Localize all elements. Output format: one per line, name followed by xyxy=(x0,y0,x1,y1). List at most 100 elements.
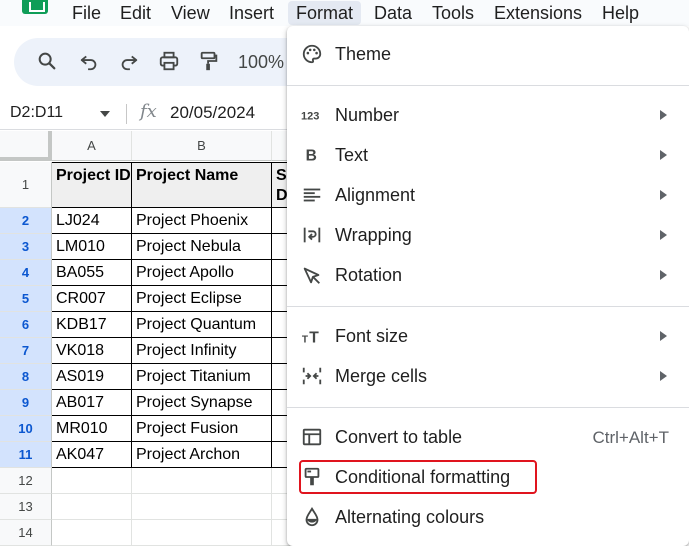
menu-item-theme[interactable]: Theme xyxy=(287,36,689,72)
menu-item-label: Merge cells xyxy=(335,366,428,386)
submenu-arrow-icon xyxy=(660,371,667,381)
menu-item-label: Theme xyxy=(335,44,392,64)
shortcut-hint: Ctrl+Alt+T xyxy=(592,428,669,447)
menu-extensions[interactable]: Extensions xyxy=(486,1,590,25)
data-cell[interactable]: LJ024 xyxy=(52,208,132,234)
fx-icon: fx xyxy=(140,101,157,122)
menu-item-label: Rotation xyxy=(335,265,403,285)
data-cell[interactable]: MR010 xyxy=(52,416,132,442)
menu-item-label: Number xyxy=(335,105,400,125)
menu-edit[interactable]: Edit xyxy=(112,1,159,25)
formula-divider xyxy=(126,104,127,124)
submenu-arrow-icon xyxy=(660,331,667,341)
header-cell[interactable]: Project Name xyxy=(132,162,272,208)
row-header[interactable]: 14 xyxy=(0,520,52,546)
chevron-down-icon[interactable] xyxy=(100,111,110,117)
search-icon[interactable] xyxy=(36,50,58,72)
print-icon[interactable] xyxy=(158,50,180,72)
data-cell[interactable]: AK047 xyxy=(52,442,132,468)
data-cell[interactable]: LM010 xyxy=(52,234,132,260)
formula-input[interactable]: 20/05/2024 xyxy=(170,103,255,123)
row-header[interactable]: 9 xyxy=(0,390,52,416)
empty-cell[interactable] xyxy=(52,468,132,494)
menu-item-label: Text xyxy=(335,145,369,165)
palette-icon xyxy=(301,43,323,65)
data-cell[interactable]: Project Eclipse xyxy=(132,286,272,312)
menu-item-merge-cells[interactable]: Merge cells xyxy=(287,358,689,394)
row-header[interactable]: 8 xyxy=(0,364,52,390)
row-header[interactable]: 12 xyxy=(0,468,52,494)
menu-item-label: Convert to table xyxy=(335,427,463,447)
menu-view[interactable]: View xyxy=(163,1,218,25)
menu-data[interactable]: Data xyxy=(366,1,420,25)
menu-divider xyxy=(287,306,689,307)
data-cell[interactable]: Project Titanium xyxy=(132,364,272,390)
row-header[interactable]: 6 xyxy=(0,312,52,338)
data-cell[interactable]: Project Apollo xyxy=(132,260,272,286)
empty-cell[interactable] xyxy=(52,520,132,546)
table-icon xyxy=(301,426,323,448)
header-cell[interactable]: Project ID xyxy=(52,162,132,208)
svg-text:123: 123 xyxy=(301,111,319,123)
menu-item-wrapping[interactable]: Wrapping xyxy=(287,217,689,253)
empty-cell[interactable] xyxy=(52,494,132,520)
column-header-a[interactable]: A xyxy=(52,131,132,161)
menu-item-label: Alignment xyxy=(335,185,416,205)
data-cell[interactable]: KDB17 xyxy=(52,312,132,338)
menu-item-rotation[interactable]: Rotation xyxy=(287,257,689,293)
row-header[interactable]: 10 xyxy=(0,416,52,442)
data-cell[interactable]: Project Phoenix xyxy=(132,208,272,234)
menu-item-font-size[interactable]: TT Font size xyxy=(287,318,689,354)
menu-item-label: Alternating colours xyxy=(335,507,485,527)
empty-cell[interactable] xyxy=(132,494,272,520)
data-cell[interactable]: Project Nebula xyxy=(132,234,272,260)
row-header[interactable]: 11 xyxy=(0,442,52,468)
svg-text:T: T xyxy=(309,329,319,346)
data-cell[interactable]: AS019 xyxy=(52,364,132,390)
row-header[interactable]: 5 xyxy=(0,286,52,312)
menu-help[interactable]: Help xyxy=(594,1,647,25)
data-cell[interactable]: VK018 xyxy=(52,338,132,364)
zoom-select[interactable]: 100% xyxy=(238,50,284,74)
menu-insert[interactable]: Insert xyxy=(221,1,282,25)
svg-text:B: B xyxy=(306,148,317,165)
data-cell[interactable]: Project Infinity xyxy=(132,338,272,364)
data-cell[interactable]: Project Fusion xyxy=(132,416,272,442)
number-123-icon: 123 xyxy=(301,104,323,126)
row-header[interactable]: 2 xyxy=(0,208,52,234)
menu-tools[interactable]: Tools xyxy=(424,1,482,25)
data-cell[interactable]: Project Synapse xyxy=(132,390,272,416)
submenu-arrow-icon xyxy=(660,270,667,280)
menu-item-convert-to-table[interactable]: Convert to table Ctrl+Alt+T xyxy=(287,419,689,455)
menu-item-number[interactable]: 123 Number xyxy=(287,97,689,133)
sheets-logo-icon[interactable] xyxy=(22,0,48,14)
select-all-corner[interactable] xyxy=(0,131,52,161)
redo-icon[interactable] xyxy=(118,50,140,72)
menu-divider xyxy=(287,407,689,408)
row-header[interactable]: 1 xyxy=(0,162,52,208)
empty-cell[interactable] xyxy=(132,468,272,494)
empty-cell[interactable] xyxy=(132,520,272,546)
format-menu: Theme 123 Number B Text Alignment Wrappi… xyxy=(287,26,689,546)
row-header[interactable]: 3 xyxy=(0,234,52,260)
paint-format-icon[interactable] xyxy=(198,50,220,72)
merge-cells-icon xyxy=(301,365,323,387)
data-cell[interactable]: BA055 xyxy=(52,260,132,286)
row-header[interactable]: 4 xyxy=(0,260,52,286)
menu-item-text[interactable]: B Text xyxy=(287,137,689,173)
menu-file[interactable]: File xyxy=(64,1,109,25)
data-cell[interactable]: CR007 xyxy=(52,286,132,312)
column-header-b[interactable]: B xyxy=(132,131,272,161)
row-header[interactable]: 7 xyxy=(0,338,52,364)
rotation-icon xyxy=(301,264,323,286)
menu-item-alternating-colours[interactable]: Alternating colours xyxy=(287,499,689,535)
data-cell[interactable]: Project Quantum xyxy=(132,312,272,338)
menu-item-alignment[interactable]: Alignment xyxy=(287,177,689,213)
undo-icon[interactable] xyxy=(78,50,100,72)
menu-format[interactable]: Format xyxy=(288,1,362,25)
data-cell[interactable]: AB017 xyxy=(52,390,132,416)
row-header[interactable]: 13 xyxy=(0,494,52,520)
data-cell[interactable]: Project Archon xyxy=(132,442,272,468)
name-box[interactable]: D2:D11 xyxy=(10,103,63,123)
fill-drop-icon xyxy=(301,506,323,528)
